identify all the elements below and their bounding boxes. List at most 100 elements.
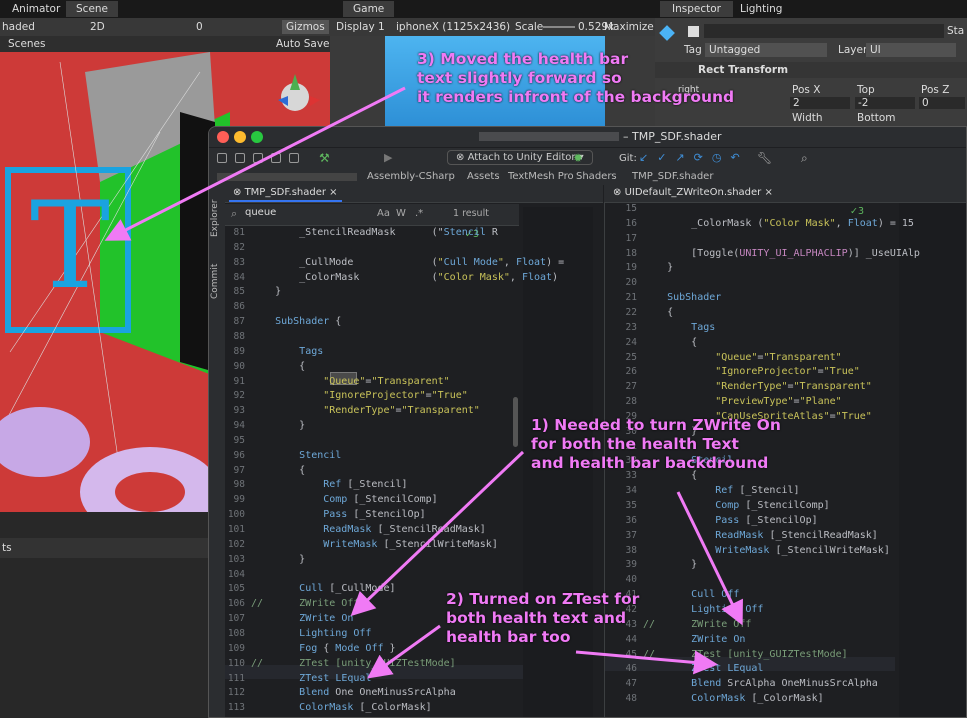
minimize-window-button[interactable]: [234, 131, 246, 143]
gizmos-dropdown[interactable]: Gizmos: [282, 20, 329, 34]
scale-slider[interactable]: [543, 26, 575, 28]
code-line[interactable]: "PreviewType"="Plane": [643, 396, 841, 407]
code-line[interactable]: Pass [_StencilOp]: [643, 515, 817, 526]
code-line[interactable]: WriteMask [_StencilWriteMask]: [643, 545, 890, 556]
search-input[interactable]: [245, 207, 325, 218]
tab-scene[interactable]: Scene: [66, 1, 119, 17]
project-breadcrumb-ts[interactable]: ts: [2, 542, 12, 554]
build-icon[interactable]: ⚒: [319, 151, 330, 165]
code-line[interactable]: "Queue"="Transparent": [251, 376, 449, 387]
pos-z-field[interactable]: 0: [919, 97, 965, 109]
code-line[interactable]: SubShader {: [251, 316, 341, 327]
breadcrumb-item[interactable]: Assets: [467, 171, 500, 182]
breadcrumb-item[interactable]: TextMesh Pro: [508, 171, 574, 182]
tab-animator[interactable]: Animator: [12, 3, 60, 15]
inspection-badge-right[interactable]: ✓3: [850, 206, 864, 217]
code-line[interactable]: ColorMask [_ColorMask]: [251, 702, 431, 713]
tab-lighting[interactable]: Lighting: [740, 3, 782, 15]
code-line[interactable]: }: [251, 286, 281, 297]
code-line[interactable]: Cull [_CullMode]: [251, 583, 395, 594]
code-line[interactable]: ZTest LEqual: [251, 673, 371, 684]
code-line[interactable]: "RenderType"="Transparent": [251, 405, 480, 416]
code-line[interactable]: }: [251, 554, 305, 565]
tab-inspector[interactable]: Inspector: [660, 1, 733, 17]
code-line[interactable]: Comp [_StencilComp]: [643, 500, 829, 511]
run-icon[interactable]: ▶: [384, 151, 392, 164]
breadcrumb-item[interactable]: TMP_SDF.shader: [632, 171, 713, 182]
code-line[interactable]: Blend One OneMinusSrcAlpha: [251, 687, 456, 698]
top-field[interactable]: -2: [855, 97, 915, 109]
code-line[interactable]: ZWrite On: [643, 634, 745, 645]
code-line[interactable]: {: [643, 307, 673, 318]
code-line[interactable]: {: [643, 337, 697, 348]
static-label[interactable]: Sta: [947, 25, 964, 37]
code-line[interactable]: Comp [_StencilComp]: [251, 494, 437, 505]
code-line[interactable]: Pass [_StencilOp]: [251, 509, 425, 520]
code-line[interactable]: _ColorMask ("Color Mask", Float) = 15: [643, 218, 914, 229]
code-line[interactable]: // ZWrite Off: [251, 598, 359, 609]
code-line[interactable]: {: [251, 361, 305, 372]
close-window-button[interactable]: [217, 131, 229, 143]
scenes-label[interactable]: Scenes: [8, 38, 45, 50]
code-line[interactable]: WriteMask [_StencilWriteMask]: [251, 539, 498, 550]
match-case-toggle[interactable]: Aa: [377, 208, 390, 219]
mode-2d-button[interactable]: 2D: [90, 21, 105, 33]
code-line[interactable]: Ref [_Stencil]: [251, 479, 407, 490]
code-line[interactable]: Fog { Mode Off }: [251, 643, 395, 654]
code-line[interactable]: ReadMask [_StencilReadMask]: [643, 530, 878, 541]
code-line[interactable]: ReadMask [_StencilReadMask]: [251, 524, 486, 535]
code-line[interactable]: }: [643, 559, 697, 570]
debug-icon[interactable]: ✹: [573, 151, 583, 165]
code-line[interactable]: ZWrite On: [251, 613, 353, 624]
code-line[interactable]: // ZWrite Off: [643, 619, 751, 630]
code-line[interactable]: "IgnoreProjector"="True": [643, 366, 860, 377]
code-line[interactable]: Tags: [251, 346, 323, 357]
code-line[interactable]: }: [643, 262, 673, 273]
folder-icon[interactable]: [217, 153, 227, 163]
code-line[interactable]: ColorMask [_ColorMask]: [643, 693, 823, 704]
device-dropdown[interactable]: iphoneX (1125x2436): [396, 21, 510, 33]
pos-x-field[interactable]: 2: [790, 97, 850, 109]
scrollbar-left[interactable]: [513, 397, 518, 447]
shading-mode-dropdown[interactable]: haded: [2, 21, 35, 33]
code-line[interactable]: // ZTest [unity_GUIZTestMode]: [643, 649, 848, 660]
code-line[interactable]: SubShader: [643, 292, 721, 303]
code-line[interactable]: Ref [_Stencil]: [643, 485, 799, 496]
code-line[interactable]: Blend SrcAlpha OneMinusSrcAlpha: [643, 678, 878, 689]
code-line[interactable]: _StencilReadMask ("Stencil R: [251, 227, 498, 238]
layer-dropdown[interactable]: UI: [866, 43, 956, 57]
breadcrumb-item[interactable]: Shaders: [576, 171, 617, 182]
code-line[interactable]: {: [251, 465, 305, 476]
code-line[interactable]: [Toggle(UNITY_UI_ALPHACLIP)] _UseUIAlp: [643, 248, 920, 259]
code-line[interactable]: ZTest LEqual: [643, 663, 763, 674]
code-line[interactable]: // ZTest [unity_GUIZTestMode]: [251, 658, 456, 669]
code-line[interactable]: _CullMode ("Cull Mode", Float) =: [251, 257, 564, 268]
code-line[interactable]: }: [251, 420, 305, 431]
refresh-icon[interactable]: [253, 153, 263, 163]
code-line[interactable]: _ColorMask ("Color Mask", Float): [251, 272, 558, 283]
code-line[interactable]: Lighting Off: [251, 628, 371, 639]
display-dropdown[interactable]: Display 1: [336, 21, 385, 33]
code-line[interactable]: Lighting Off: [643, 604, 763, 615]
attach-unity-button[interactable]: ⊗ Attach to Unity Editor ▾: [447, 150, 593, 165]
code-line[interactable]: "Queue"="Transparent": [643, 352, 841, 363]
tab-tmp-sdf-shader[interactable]: ⊗ TMP_SDF.shader ×: [229, 187, 342, 202]
object-name-field[interactable]: [704, 24, 944, 38]
settings-icon[interactable]: 🔧︎: [757, 151, 772, 165]
tab-uidefault-zwriteon[interactable]: ⊗ UIDefault_ZWriteOn.shader ×: [609, 187, 777, 200]
save-icon[interactable]: [235, 153, 245, 163]
breadcrumb-item[interactable]: Assembly-CSharp: [367, 171, 455, 182]
forward-icon[interactable]: [289, 153, 299, 163]
code-line[interactable]: "IgnoreProjector"="True": [251, 390, 468, 401]
back-icon[interactable]: [271, 153, 281, 163]
zoom-window-button[interactable]: [251, 131, 263, 143]
search-everywhere-icon[interactable]: ⌕: [801, 151, 808, 166]
code-line[interactable]: Tags: [643, 322, 715, 333]
code-line[interactable]: Cull Off: [643, 589, 739, 600]
regex-toggle[interactable]: .*: [415, 208, 423, 219]
code-line[interactable]: "RenderType"="Transparent": [643, 381, 872, 392]
whole-word-toggle[interactable]: W: [396, 208, 406, 219]
git-actions[interactable]: ↙✓↗⟳◷↶: [639, 151, 749, 164]
code-line[interactable]: Stencil: [251, 450, 341, 461]
auto-save-toggle[interactable]: Auto Save: [276, 38, 330, 50]
